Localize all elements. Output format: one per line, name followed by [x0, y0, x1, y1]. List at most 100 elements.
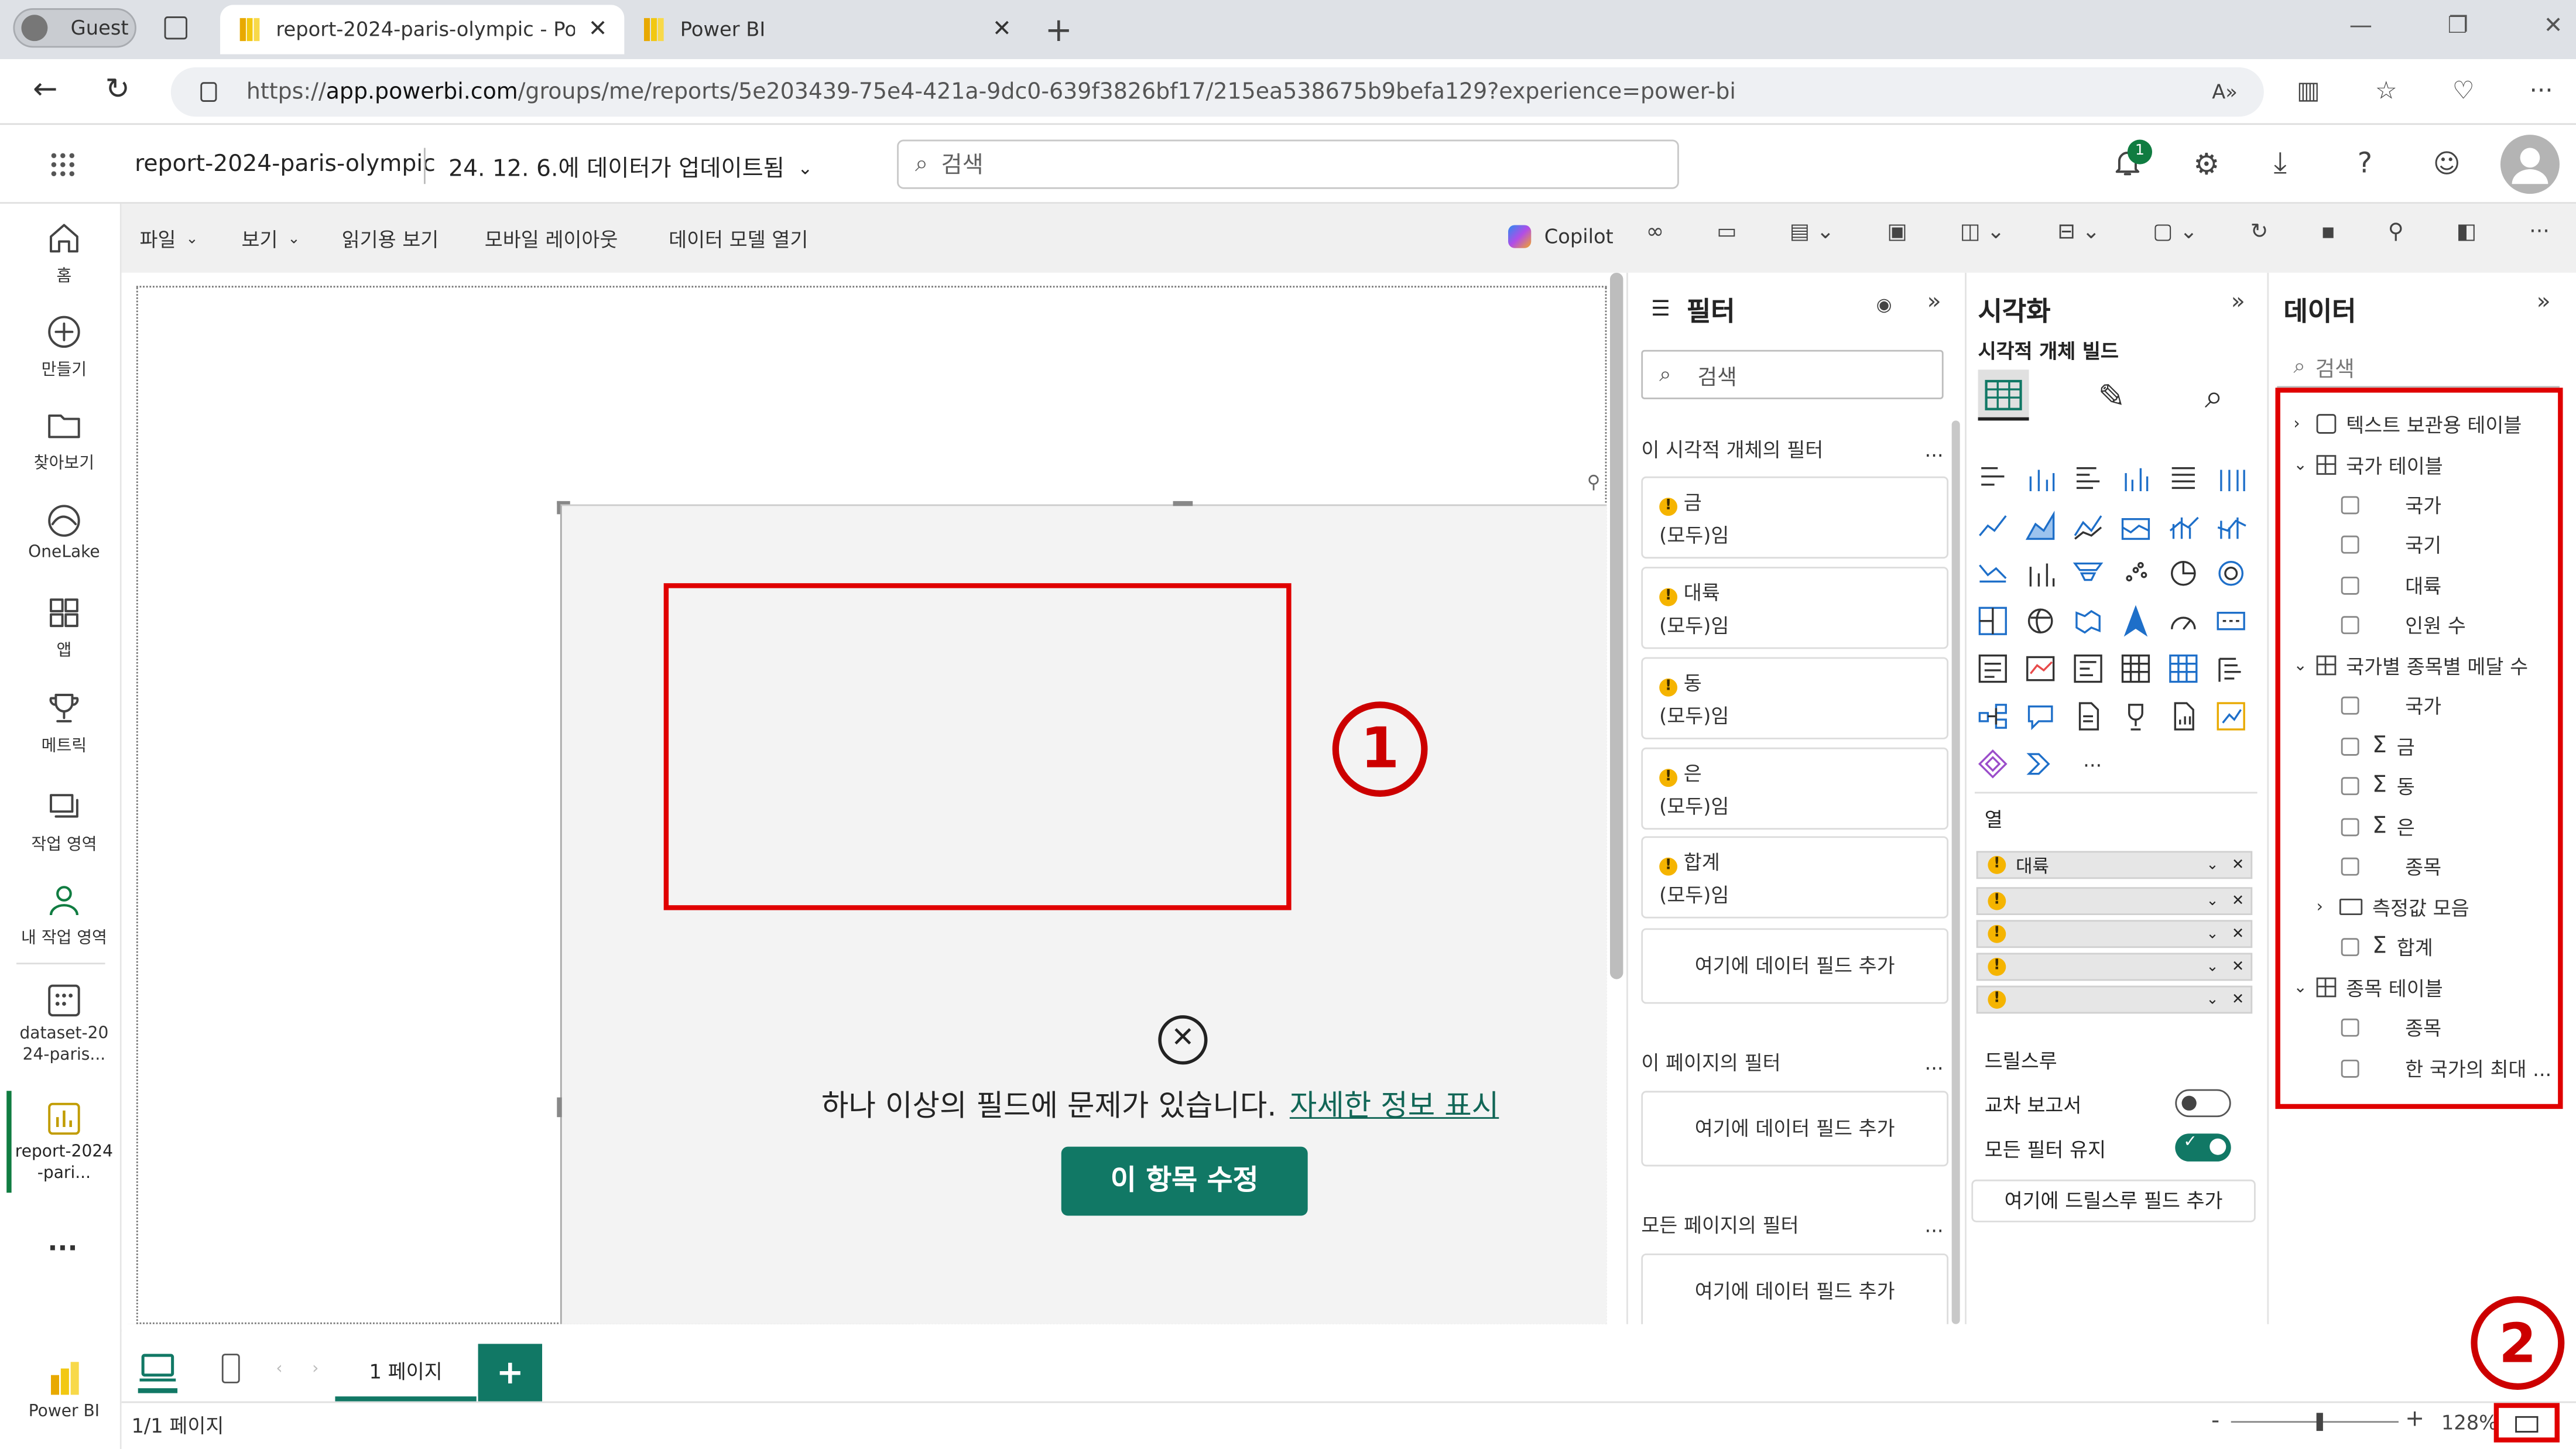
settings-gear-icon[interactable]: ⚙: [2193, 148, 2219, 183]
minimize-icon[interactable]: —: [2349, 13, 2372, 39]
column-field-broken-3[interactable]: ! ⌄ ✕: [1976, 953, 2253, 981]
save-icon[interactable]: ▪: [2321, 220, 2335, 245]
filter-card-silver[interactable]: ! 은 (모두)임: [1641, 747, 1949, 830]
nav-my-workspace[interactable]: 내 작업 영역: [4, 882, 125, 948]
tab-close-icon[interactable]: ✕: [992, 16, 1012, 43]
visual-interaction-icon[interactable]: ⊟ ⌄: [2057, 220, 2100, 245]
data-updated-dropdown[interactable]: 24. 12. 6.에 데이터가 업데이트됨 ⌄: [448, 151, 813, 184]
zoom-slider-thumb[interactable]: [2316, 1413, 2323, 1431]
collapse-viz-icon[interactable]: »: [2231, 289, 2245, 316]
filter-search[interactable]: ⌕ 검색: [1641, 350, 1944, 399]
filter-card-gold[interactable]: ! 금 (모두)임: [1641, 476, 1949, 559]
new-tab-icon[interactable]: +: [1045, 10, 1073, 49]
reading-view-button[interactable]: 읽기용 보기: [342, 225, 439, 253]
url-field[interactable]: https://app.powerbi.com/groups/me/report…: [170, 67, 2264, 117]
field-headcount[interactable]: 인원 수: [2341, 608, 2466, 640]
desktop-view-icon[interactable]: [138, 1351, 178, 1393]
zoom-in-icon[interactable]: +: [2405, 1406, 2424, 1433]
filter-card-continent[interactable]: ! 대륙 (모두)임: [1641, 567, 1949, 649]
favorites-icon[interactable]: ☆: [2375, 76, 2397, 105]
field-country[interactable]: 국가: [2341, 488, 2441, 520]
table-country[interactable]: ⌄ 국가 테이블: [2293, 448, 2443, 481]
mobile-layout-button[interactable]: 모바일 레이아웃: [485, 225, 618, 253]
restore-icon[interactable]: ❐: [2448, 13, 2468, 39]
resize-handle-top[interactable]: [1173, 501, 1193, 506]
teams-icon[interactable]: ◧: [2457, 220, 2477, 245]
user-avatar[interactable]: [2500, 135, 2560, 194]
resize-handle-left[interactable]: [557, 1097, 562, 1118]
column-field-broken-2[interactable]: ! ⌄ ✕: [1976, 920, 2253, 948]
more-options-icon[interactable]: ···: [2529, 220, 2550, 245]
column-field-continent[interactable]: ! 대륙 ⌄ ✕: [1976, 851, 2253, 879]
binoculars-icon[interactable]: ∞: [1646, 220, 1664, 245]
add-page-button[interactable]: +: [478, 1344, 543, 1402]
zoom-out-icon[interactable]: -: [2211, 1408, 2219, 1434]
open-data-model-button[interactable]: 데이터 모델 열기: [669, 225, 808, 253]
browser-tab-report[interactable]: report-2024-paris-olympic - Powe ✕: [220, 5, 625, 54]
nav-report[interactable]: report-2024-pari...: [4, 1101, 125, 1184]
page-tab-1[interactable]: 1 페이지: [335, 1345, 477, 1402]
app-launcher-icon[interactable]: [49, 151, 76, 178]
nav-powerbi-brand[interactable]: Power BI: [4, 1359, 125, 1421]
layout-icon[interactable]: ▢ ⌄: [2153, 220, 2198, 245]
explore-icon[interactable]: ▤ ⌄: [1790, 220, 1835, 245]
field-silver[interactable]: Σ은: [2341, 810, 2415, 842]
tab-actions-icon[interactable]: [164, 16, 187, 40]
nav-browse[interactable]: 찾아보기: [4, 407, 125, 473]
data-search[interactable]: ⌕ 검색: [2277, 348, 2560, 388]
visibility-eye-icon[interactable]: ◉: [1876, 294, 1892, 315]
filter-card-total[interactable]: ! 합계 (모두)임: [1641, 836, 1949, 919]
build-visual-tab-icon[interactable]: [1978, 369, 2029, 421]
fix-this-button[interactable]: 이 항목 수정: [1061, 1146, 1308, 1216]
nav-metrics[interactable]: 메트릭: [4, 690, 125, 756]
section-more-icon[interactable]: ...: [1925, 1213, 1944, 1236]
read-aloud-icon[interactable]: A»: [2212, 80, 2238, 103]
table-sport[interactable]: ⌄ 종목 테이블: [2293, 971, 2443, 1003]
field-total[interactable]: Σ 합계: [2341, 930, 2433, 962]
refresh-visuals-icon[interactable]: ↻: [2250, 220, 2269, 245]
format-visual-tab-icon[interactable]: ✎: [2098, 376, 2125, 416]
analytics-tab-icon[interactable]: ⌕: [2205, 376, 2223, 416]
page-nav-next-icon[interactable]: ›: [312, 1360, 318, 1378]
field-flag[interactable]: 국기: [2341, 527, 2441, 560]
table-text-storage[interactable]: › 텍스트 보관용 테이블: [2293, 407, 2522, 440]
collapse-data-icon[interactable]: »: [2537, 289, 2551, 316]
field-bronze[interactable]: Σ동: [2341, 769, 2415, 801]
add-visual-filter-field[interactable]: 여기에 데이터 필드 추가: [1641, 928, 1949, 1004]
vertical-scrollbar[interactable]: [1609, 272, 1623, 979]
table-medals-by-country[interactable]: ⌄ 국가별 종목별 메달 수: [2293, 649, 2528, 681]
add-page-filter-field[interactable]: 여기에 데이터 필드 추가: [1641, 1091, 1949, 1167]
visual-pin-icon[interactable]: ⚲: [1587, 471, 1601, 492]
nav-more-icon[interactable]: ...: [47, 1225, 77, 1256]
nav-home[interactable]: 홈: [4, 220, 125, 286]
back-icon[interactable]: ←: [33, 72, 57, 107]
field-max-per-country[interactable]: 한 국가의 최대 ...: [2341, 1051, 2551, 1084]
keep-all-filters-toggle[interactable]: ✓: [2175, 1133, 2231, 1162]
measures-folder[interactable]: › 측정값 모음: [2317, 890, 2469, 923]
tab-close-icon[interactable]: ✕: [588, 16, 608, 43]
mobile-view-icon[interactable]: [221, 1354, 240, 1383]
nav-dataset[interactable]: dataset-2024-paris...: [4, 982, 125, 1066]
nav-workspaces[interactable]: 작업 영역: [4, 789, 125, 854]
shapes-icon[interactable]: ◫ ⌄: [1960, 220, 2005, 245]
section-more-icon[interactable]: ...: [1925, 1051, 1944, 1074]
page-nav-prev-icon[interactable]: ‹: [276, 1360, 282, 1378]
cross-report-toggle[interactable]: [2175, 1089, 2231, 1118]
field-continent[interactable]: 대륙: [2341, 568, 2441, 601]
menu-file[interactable]: 파일 ⌄: [140, 225, 198, 253]
close-window-icon[interactable]: ✕: [2544, 13, 2563, 39]
browser-essentials-icon[interactable]: ♡: [2452, 76, 2475, 105]
comment-icon[interactable]: ▭: [1717, 220, 1737, 245]
add-all-pages-filter-field[interactable]: 여기에 데이터 필드 추가: [1641, 1253, 1949, 1330]
split-screen-icon[interactable]: ▥: [2297, 76, 2320, 105]
field-country-2[interactable]: 국가: [2341, 688, 2441, 721]
column-field-broken-4[interactable]: ! ⌄ ✕: [1976, 985, 2253, 1014]
browser-menu-icon[interactable]: ···: [2530, 76, 2553, 105]
menu-view[interactable]: 보기 ⌄: [241, 225, 300, 253]
report-name[interactable]: report-2024-paris-olympic: [135, 151, 436, 177]
field-gold[interactable]: Σ금: [2341, 729, 2415, 762]
nav-create[interactable]: 만들기: [4, 314, 125, 379]
browser-tab-powerbi[interactable]: Power BI ✕: [624, 5, 1028, 54]
collapse-filters-icon[interactable]: »: [1927, 289, 1941, 316]
copilot-button[interactable]: Copilot: [1508, 225, 1614, 248]
